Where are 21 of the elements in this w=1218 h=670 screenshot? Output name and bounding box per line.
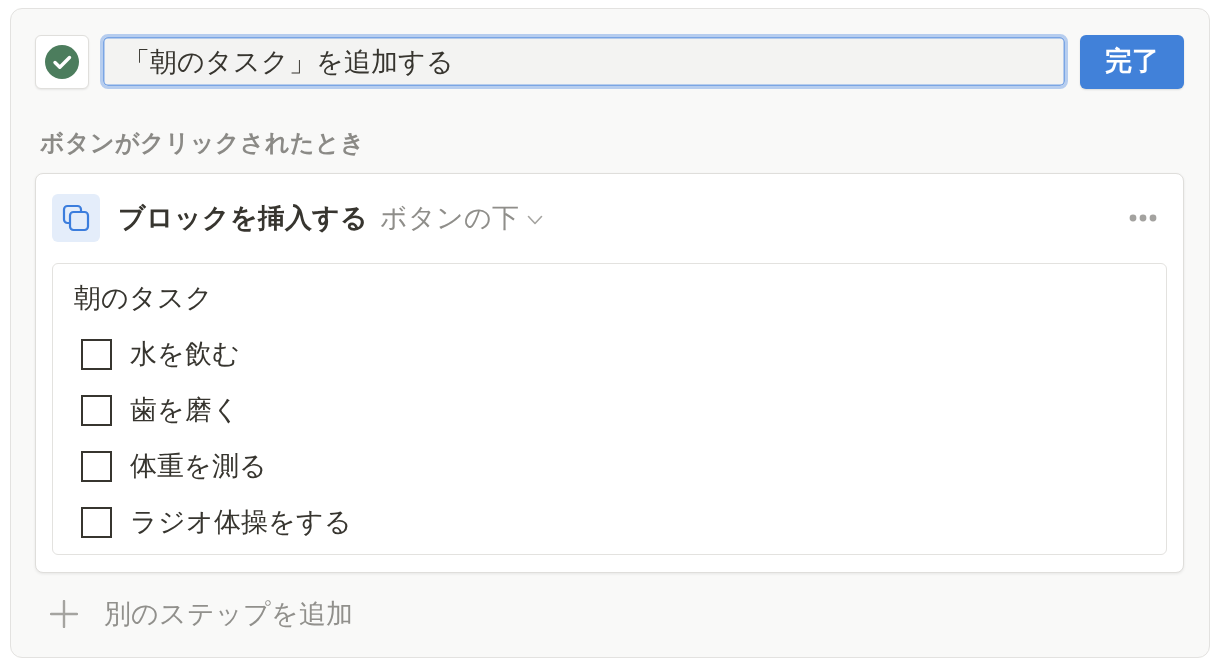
- checkbox[interactable]: [81, 338, 112, 370]
- todo-text: 歯を磨く: [130, 394, 240, 427]
- button-name-input[interactable]: 「朝のタスク」を追加する: [100, 34, 1068, 89]
- todo-text: 水を飲む: [130, 338, 240, 371]
- checkbox[interactable]: [81, 394, 112, 426]
- position-dropdown[interactable]: ボタンの下: [380, 200, 543, 236]
- action-title: ブロックを挿入する: [118, 202, 368, 235]
- block-title: 朝のタスク: [74, 282, 213, 315]
- checkbox[interactable]: [81, 450, 112, 482]
- more-icon[interactable]: [1129, 214, 1157, 222]
- todo-text: ラジオ体操をする: [130, 506, 352, 539]
- todo-text: 体重を測る: [130, 450, 267, 483]
- chevron-down-icon: [527, 215, 543, 225]
- trigger-label: ボタンがクリックされたとき: [40, 128, 365, 158]
- check-circle-icon: [45, 44, 79, 79]
- checkbox[interactable]: [81, 506, 112, 538]
- add-step-button[interactable]: 別のステップを追加: [40, 590, 363, 638]
- icon-picker-button[interactable]: [35, 34, 89, 89]
- done-button[interactable]: 完了: [1080, 34, 1184, 89]
- copy-icon: [52, 194, 100, 242]
- plus-icon: [50, 600, 78, 628]
